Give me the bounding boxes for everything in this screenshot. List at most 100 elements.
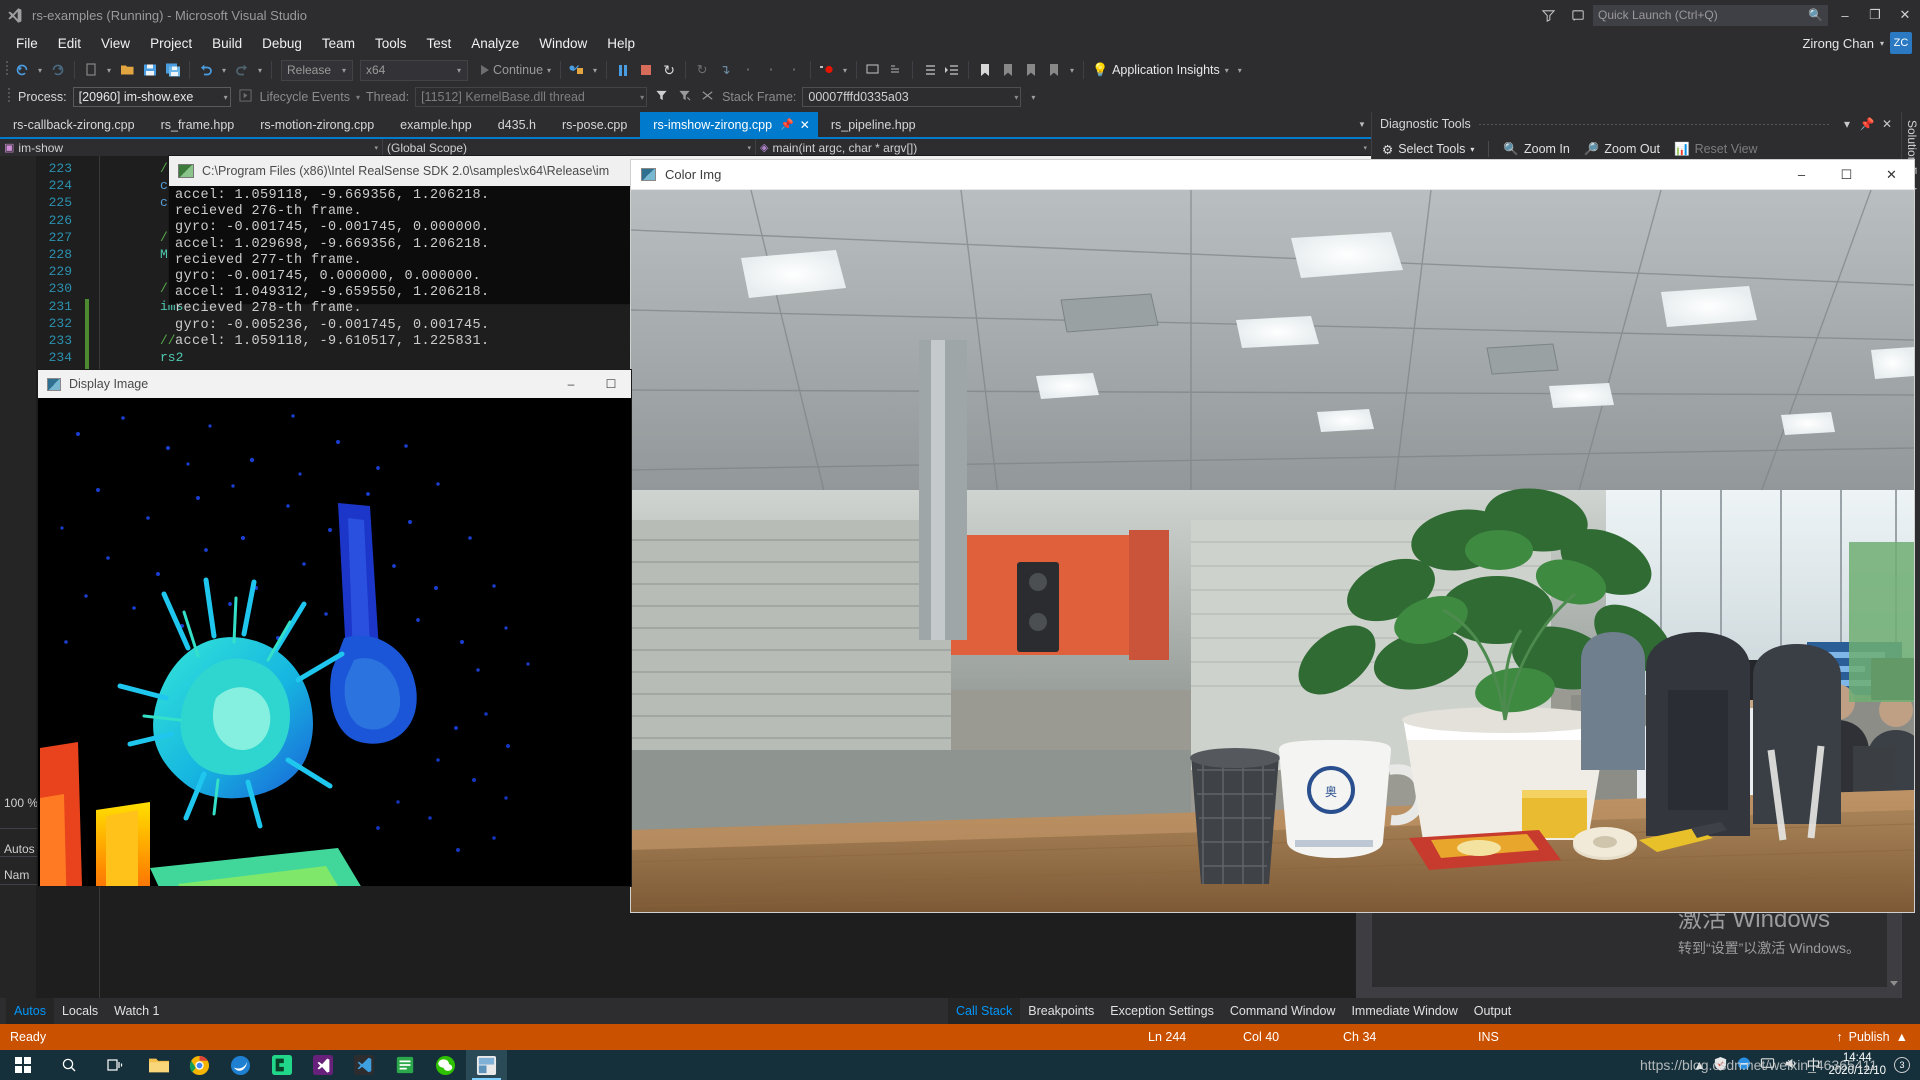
menu-debug[interactable]: Debug: [252, 33, 312, 54]
search-icon[interactable]: [46, 1050, 92, 1080]
lifecycle-caret[interactable]: ▾: [356, 93, 360, 102]
menu-build[interactable]: Build: [202, 33, 252, 54]
chevron-down-icon[interactable]: ▾: [1837, 117, 1857, 131]
process-combo[interactable]: [20960] im-show.exe ▾: [73, 87, 231, 107]
step-into-icon[interactable]: ↴: [714, 59, 736, 81]
debugbar-grip[interactable]: [6, 88, 12, 106]
tab-rs-frame-hpp[interactable]: rs_frame.hpp: [148, 112, 248, 137]
open-file-icon[interactable]: [116, 59, 138, 81]
debugbar-overflow-icon[interactable]: ▾: [1027, 93, 1039, 102]
flag-icon[interactable]: [676, 89, 693, 105]
parallel-stacks-icon[interactable]: [699, 89, 716, 105]
tab-rs-motion-zirong[interactable]: rs-motion-zirong.cpp: [247, 112, 387, 137]
uncomment-selection-icon[interactable]: [885, 59, 907, 81]
minimize-button[interactable]: –: [551, 370, 591, 398]
platform-combo[interactable]: x64 ▾: [360, 60, 468, 81]
prev-bookmark-icon[interactable]: [997, 59, 1019, 81]
menu-analyze[interactable]: Analyze: [461, 33, 529, 54]
pycharm-icon[interactable]: [261, 1050, 302, 1080]
tab-rs-pose-cpp[interactable]: rs-pose.cpp: [549, 112, 640, 137]
zoom-level[interactable]: 100 %: [4, 796, 38, 810]
zoom-out-button[interactable]: 🔎 Zoom Out: [1584, 142, 1660, 157]
pin-icon[interactable]: 📌: [1857, 117, 1877, 131]
tab-example-hpp[interactable]: example.hpp: [387, 112, 485, 137]
menu-project[interactable]: Project: [140, 33, 202, 54]
chevron-down-icon[interactable]: ▾: [338, 66, 350, 75]
reset-view-button[interactable]: 📊 Reset View: [1674, 142, 1758, 157]
account-chevron-down-icon[interactable]: ▾: [1880, 39, 1884, 48]
menu-test[interactable]: Test: [416, 33, 461, 54]
scroll-down-arrow[interactable]: [1889, 975, 1899, 989]
close-icon[interactable]: ✕: [800, 118, 810, 132]
toolbar-overflow-icon[interactable]: ▾: [1234, 66, 1246, 75]
clear-bookmarks-icon[interactable]: [1043, 59, 1065, 81]
thread-combo[interactable]: [11512] KernelBase.dll thread ▾: [415, 87, 647, 107]
chevron-down-icon[interactable]: ▾: [1014, 93, 1018, 102]
avatar[interactable]: ZC: [1890, 32, 1912, 54]
redo-caret[interactable]: ▾: [254, 66, 266, 75]
increase-indent-icon[interactable]: [941, 59, 963, 81]
tab-rs-pipeline-hpp[interactable]: rs_pipeline.hpp: [818, 112, 929, 137]
new-item-caret[interactable]: ▾: [103, 66, 115, 75]
chrome-icon[interactable]: [179, 1050, 220, 1080]
tab-d435-h[interactable]: d435.h: [485, 112, 549, 137]
tab-watch-1[interactable]: Watch 1: [106, 998, 167, 1024]
decrease-indent-icon[interactable]: [918, 59, 940, 81]
navigate-back-icon[interactable]: [11, 59, 33, 81]
feedback-icon[interactable]: [1533, 0, 1563, 30]
tab-call-stack[interactable]: Call Stack: [948, 998, 1020, 1024]
minimize-button[interactable]: –: [1830, 0, 1860, 30]
quick-launch-input[interactable]: Quick Launch (Ctrl+Q) 🔍: [1593, 5, 1828, 26]
windows-start-icon[interactable]: [0, 1050, 46, 1080]
chevron-down-icon[interactable]: ▾: [1355, 144, 1367, 152]
tab-breakpoints[interactable]: Breakpoints: [1020, 998, 1102, 1024]
tab-immediate-window[interactable]: Immediate Window: [1343, 998, 1465, 1024]
tab-output[interactable]: Output: [1466, 998, 1520, 1024]
breakpoint-caret[interactable]: ▾: [839, 66, 851, 75]
lifecycle-icon[interactable]: [237, 89, 254, 105]
chevron-down-icon[interactable]: ▼: [1353, 112, 1371, 137]
diagnostic-horizontal-scrollbar[interactable]: [1371, 987, 1901, 998]
app-insights-caret[interactable]: ▾: [1221, 66, 1233, 75]
file-explorer-icon[interactable]: [138, 1050, 179, 1080]
visual-studio-icon[interactable]: [302, 1050, 343, 1080]
comment-selection-icon[interactable]: [862, 59, 884, 81]
vs-running-icon[interactable]: [466, 1050, 507, 1080]
show-next-statement-icon[interactable]: ↻: [691, 59, 713, 81]
navigate-forward-icon[interactable]: [47, 59, 69, 81]
publish-button[interactable]: ↑ Publish ▲: [1836, 1030, 1908, 1044]
publish-caret[interactable]: ▲: [1896, 1030, 1908, 1044]
attach-caret[interactable]: ▾: [589, 66, 601, 75]
close-button[interactable]: ✕: [1890, 0, 1920, 30]
tab-command-window[interactable]: Command Window: [1222, 998, 1344, 1024]
attach-process-icon[interactable]: [566, 59, 588, 81]
pin-icon[interactable]: 📌: [780, 118, 794, 131]
search-icon[interactable]: 🔍: [1808, 8, 1823, 22]
new-item-icon[interactable]: [80, 59, 102, 81]
bookmark-icon[interactable]: [974, 59, 996, 81]
tab-rs-imshow-zirong[interactable]: rs-imshow-zirong.cpp 📌 ✕: [640, 112, 818, 137]
maximize-button[interactable]: ☐: [1824, 160, 1869, 190]
chevron-down-icon[interactable]: ▾: [366, 144, 378, 152]
menu-view[interactable]: View: [91, 33, 140, 54]
menu-file[interactable]: File: [6, 33, 48, 54]
maximize-button[interactable]: ☐: [591, 370, 631, 398]
browser-icon[interactable]: [220, 1050, 261, 1080]
tab-exception-settings[interactable]: Exception Settings: [1102, 998, 1222, 1024]
chevron-down-icon[interactable]: ▾: [640, 93, 644, 102]
application-insights-label[interactable]: Application Insights: [1112, 63, 1220, 77]
menu-window[interactable]: Window: [529, 33, 597, 54]
undo-icon[interactable]: [195, 59, 217, 81]
menu-team[interactable]: Team: [312, 33, 365, 54]
lightbulb-icon[interactable]: 💡: [1089, 59, 1111, 81]
tab-autos[interactable]: Autos: [6, 998, 54, 1024]
lifecycle-events-label[interactable]: Lifecycle Events: [260, 90, 350, 104]
save-all-icon[interactable]: [162, 59, 184, 81]
wechat-icon[interactable]: [425, 1050, 466, 1080]
step-over-icon[interactable]: ⋅: [737, 59, 759, 81]
tab-rs-callback-zirong[interactable]: rs-callback-zirong.cpp: [0, 112, 148, 137]
redo-icon[interactable]: [231, 59, 253, 81]
color-image-title-bar[interactable]: Color Img – ☐ ✕: [631, 160, 1914, 190]
step-out-icon[interactable]: ⋅: [760, 59, 782, 81]
menu-help[interactable]: Help: [597, 33, 645, 54]
